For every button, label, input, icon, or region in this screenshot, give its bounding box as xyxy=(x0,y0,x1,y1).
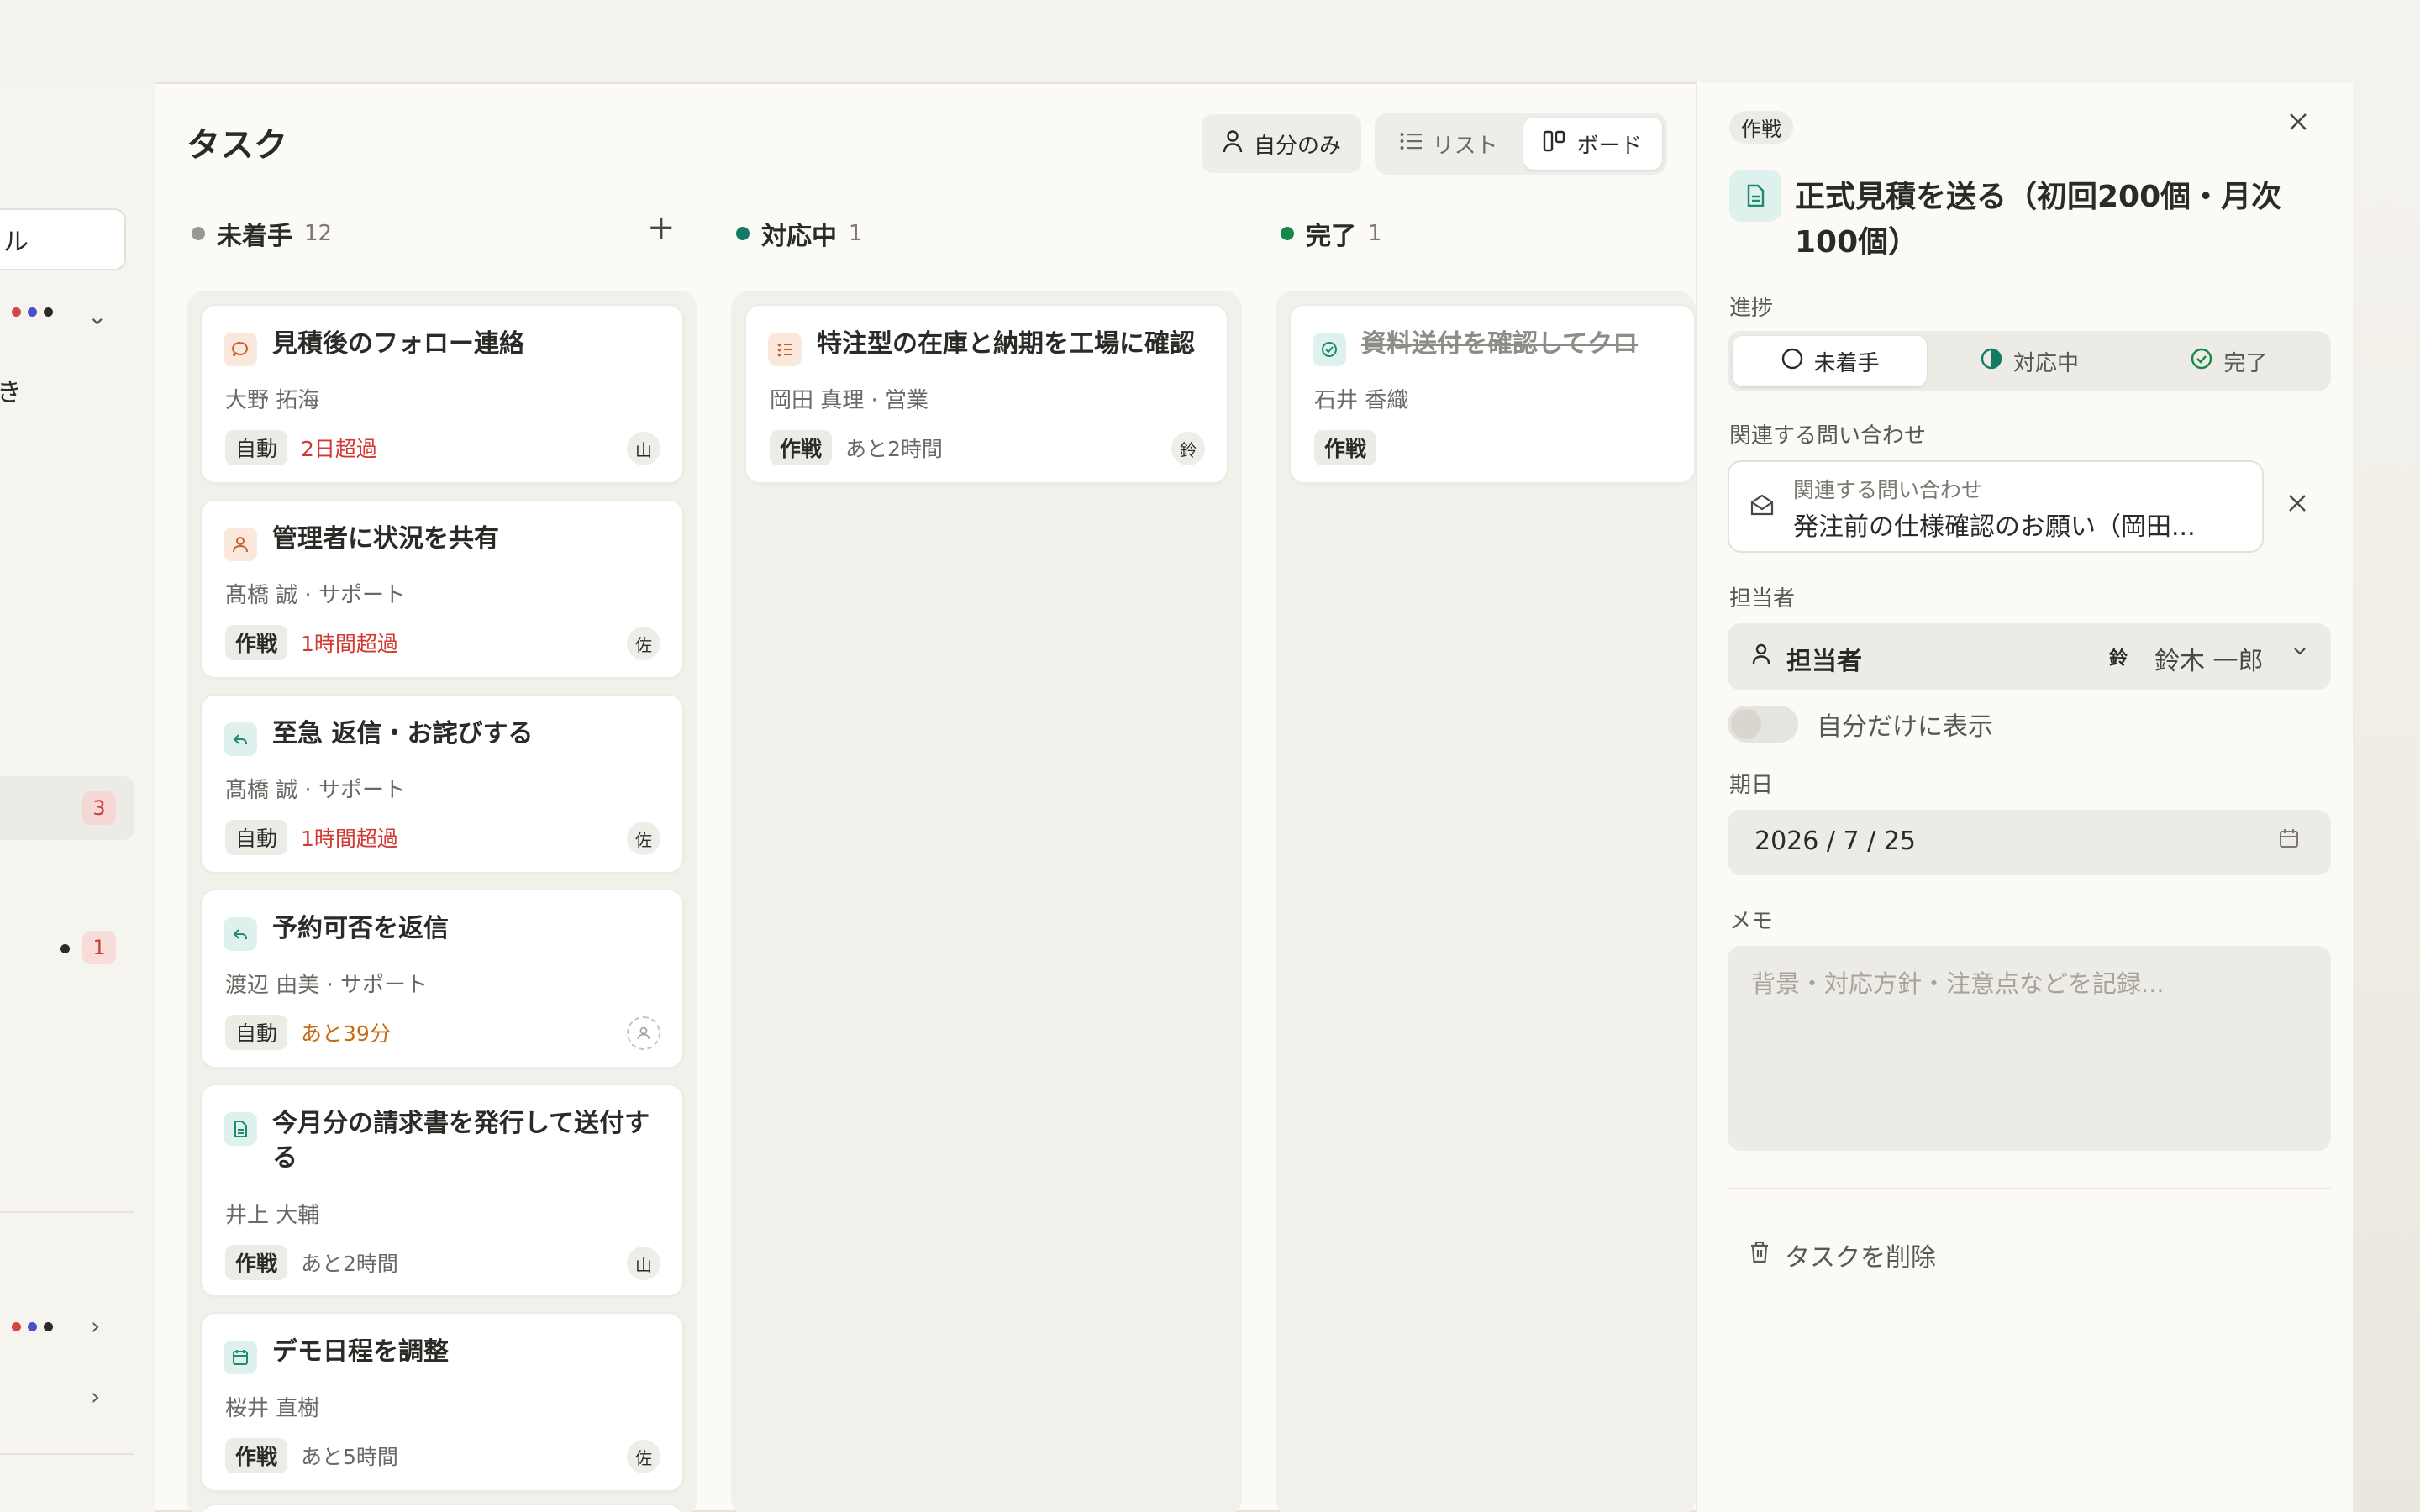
check-circle-icon xyxy=(2190,347,2213,376)
sidebar-badge-second: 1 xyxy=(82,931,116,964)
due-status: あと2時間 xyxy=(845,437,943,461)
list-icon xyxy=(1400,131,1423,156)
sidebar-badge-active: 3 xyxy=(82,791,116,825)
task-card-partial[interactable] xyxy=(200,1504,684,1512)
due-date-input[interactable]: 2026 / 7 / 25 xyxy=(1728,810,2331,875)
column-header-doing: 対応中 1 xyxy=(736,217,863,251)
sidebar-workspace-dots[interactable] xyxy=(12,307,53,317)
progress-segmented-control: 未着手 対応中 完了 xyxy=(1728,331,2331,391)
sidebar-divider xyxy=(0,1453,134,1455)
person-icon xyxy=(224,528,257,561)
task-card[interactable]: 資料送付を確認してクロ 石井 香織 作戦 xyxy=(1289,304,1696,484)
status-dot xyxy=(192,227,205,240)
progress-option-todo[interactable]: 未着手 xyxy=(1733,336,1928,386)
avatar: 山 xyxy=(627,1247,660,1280)
calendar-icon xyxy=(224,1341,257,1374)
task-card[interactable]: 管理者に状況を共有 髙橋 誠 · サポート 作戦 1時間超過 佐 xyxy=(200,499,684,679)
sidebar-workspace-dots-2[interactable] xyxy=(12,1322,53,1331)
progress-option-doing[interactable]: 対応中 xyxy=(1932,336,2126,386)
sidebar-divider xyxy=(0,1211,134,1213)
person-icon xyxy=(1751,642,1771,671)
due-status: 1時間超過 xyxy=(301,827,398,851)
private-toggle[interactable] xyxy=(1728,706,1798,743)
mail-open-icon xyxy=(1749,492,1775,524)
chevron-down-icon xyxy=(2291,642,2309,665)
half-circle-icon xyxy=(1980,347,2003,376)
sidebar-status-dot xyxy=(60,944,70,953)
board-icon xyxy=(1543,130,1566,158)
task-card[interactable]: 特注型の在庫と納期を工場に確認 岡田 真理 · 営業 作戦 あと2時間 鈴 xyxy=(744,304,1228,484)
task-card[interactable]: 至急 返信・お詫びする 髙橋 誠 · サポート 自動 1時間超過 佐 xyxy=(200,694,684,874)
due-status: あと39分 xyxy=(301,1021,391,1046)
add-task-plus-icon[interactable]: + xyxy=(647,208,676,247)
calendar-icon[interactable] xyxy=(2277,827,2301,856)
unassigned-avatar-icon[interactable] xyxy=(627,1016,660,1050)
self-only-filter-button[interactable]: 自分のみ xyxy=(1202,114,1361,173)
sidebar: ル ⌄ き 3 1 › › xyxy=(0,82,155,1512)
task-card[interactable]: デモ日程を調整 桜井 直樹 作戦 あと5時間 佐 xyxy=(200,1312,684,1492)
person-icon xyxy=(1222,129,1244,159)
avatar: 佐 xyxy=(627,822,660,855)
sidebar-search-input[interactable]: ル xyxy=(0,208,126,270)
avatar: 山 xyxy=(627,432,660,465)
due-status: 1時間超過 xyxy=(301,632,398,656)
assignee-select[interactable]: 担当者 鈴 鈴木 一郎 xyxy=(1728,623,2331,690)
task-card[interactable]: 今月分の請求書を発行して送付する 井上 大輔 作戦 あと2時間 山 xyxy=(200,1084,684,1297)
chat-icon xyxy=(224,333,257,366)
due-status: あと2時間 xyxy=(301,1252,398,1276)
task-detail-panel: 作戦 正式見積を送る（初回200個・月次100個） 進捗 未着手 対応中 完了 … xyxy=(1696,82,2353,1512)
circle-icon xyxy=(1781,347,1804,376)
sidebar-item-fragment[interactable]: き xyxy=(0,371,22,408)
due-status: 2日超過 xyxy=(301,437,377,461)
reply-icon xyxy=(224,917,257,951)
column-header-todo: 未着手 12 xyxy=(192,217,332,251)
task-card[interactable]: 見積後のフォロー連絡 大野 拓海 自動 2日超過 山 xyxy=(200,304,684,484)
avatar: 佐 xyxy=(627,1440,660,1473)
task-type-tag: 作戦 xyxy=(1729,111,1793,144)
chevron-right-icon[interactable]: › xyxy=(91,1312,100,1340)
column-header-done: 完了 1 xyxy=(1281,217,1382,251)
view-board-button[interactable]: ボード xyxy=(1523,118,1662,170)
status-dot xyxy=(736,227,750,240)
chevron-right-icon[interactable]: › xyxy=(91,1383,100,1410)
avatar: 佐 xyxy=(627,627,660,660)
view-list-button[interactable]: リスト xyxy=(1380,118,1518,170)
task-title[interactable]: 正式見積を送る（初回200個・月次100個） xyxy=(1795,175,2333,265)
avatar: 鈴 xyxy=(1171,432,1205,465)
close-icon[interactable] xyxy=(2286,108,2311,142)
view-toggle: リスト ボード xyxy=(1375,113,1667,175)
document-icon xyxy=(1729,170,1781,222)
progress-option-done[interactable]: 完了 xyxy=(2132,336,2326,386)
related-inquiry-link[interactable]: 関連する問い合わせ 発注前の仕様確認のお願い（岡田... xyxy=(1728,460,2264,553)
document-icon xyxy=(224,1112,257,1146)
check-circle-icon xyxy=(1313,333,1346,366)
divider xyxy=(1728,1188,2331,1189)
task-card[interactable]: 予約可否を返信 渡辺 由美 · サポート 自動 あと39分 xyxy=(200,889,684,1068)
checklist-icon xyxy=(768,333,802,366)
avatar: 鈴 xyxy=(2109,648,2128,669)
page-title: タスク xyxy=(187,126,287,165)
due-status: あと5時間 xyxy=(301,1445,398,1469)
delete-task-button[interactable]: タスクを削除 xyxy=(1748,1236,1936,1273)
memo-textarea[interactable]: 背景・対応方針・注意点などを記録... xyxy=(1728,946,2331,1151)
remove-inquiry-close-icon[interactable] xyxy=(2286,489,2309,522)
reply-icon xyxy=(224,722,257,756)
trash-icon xyxy=(1748,1239,1771,1271)
chevron-down-icon[interactable]: ⌄ xyxy=(87,302,107,330)
status-dot xyxy=(1281,227,1294,240)
